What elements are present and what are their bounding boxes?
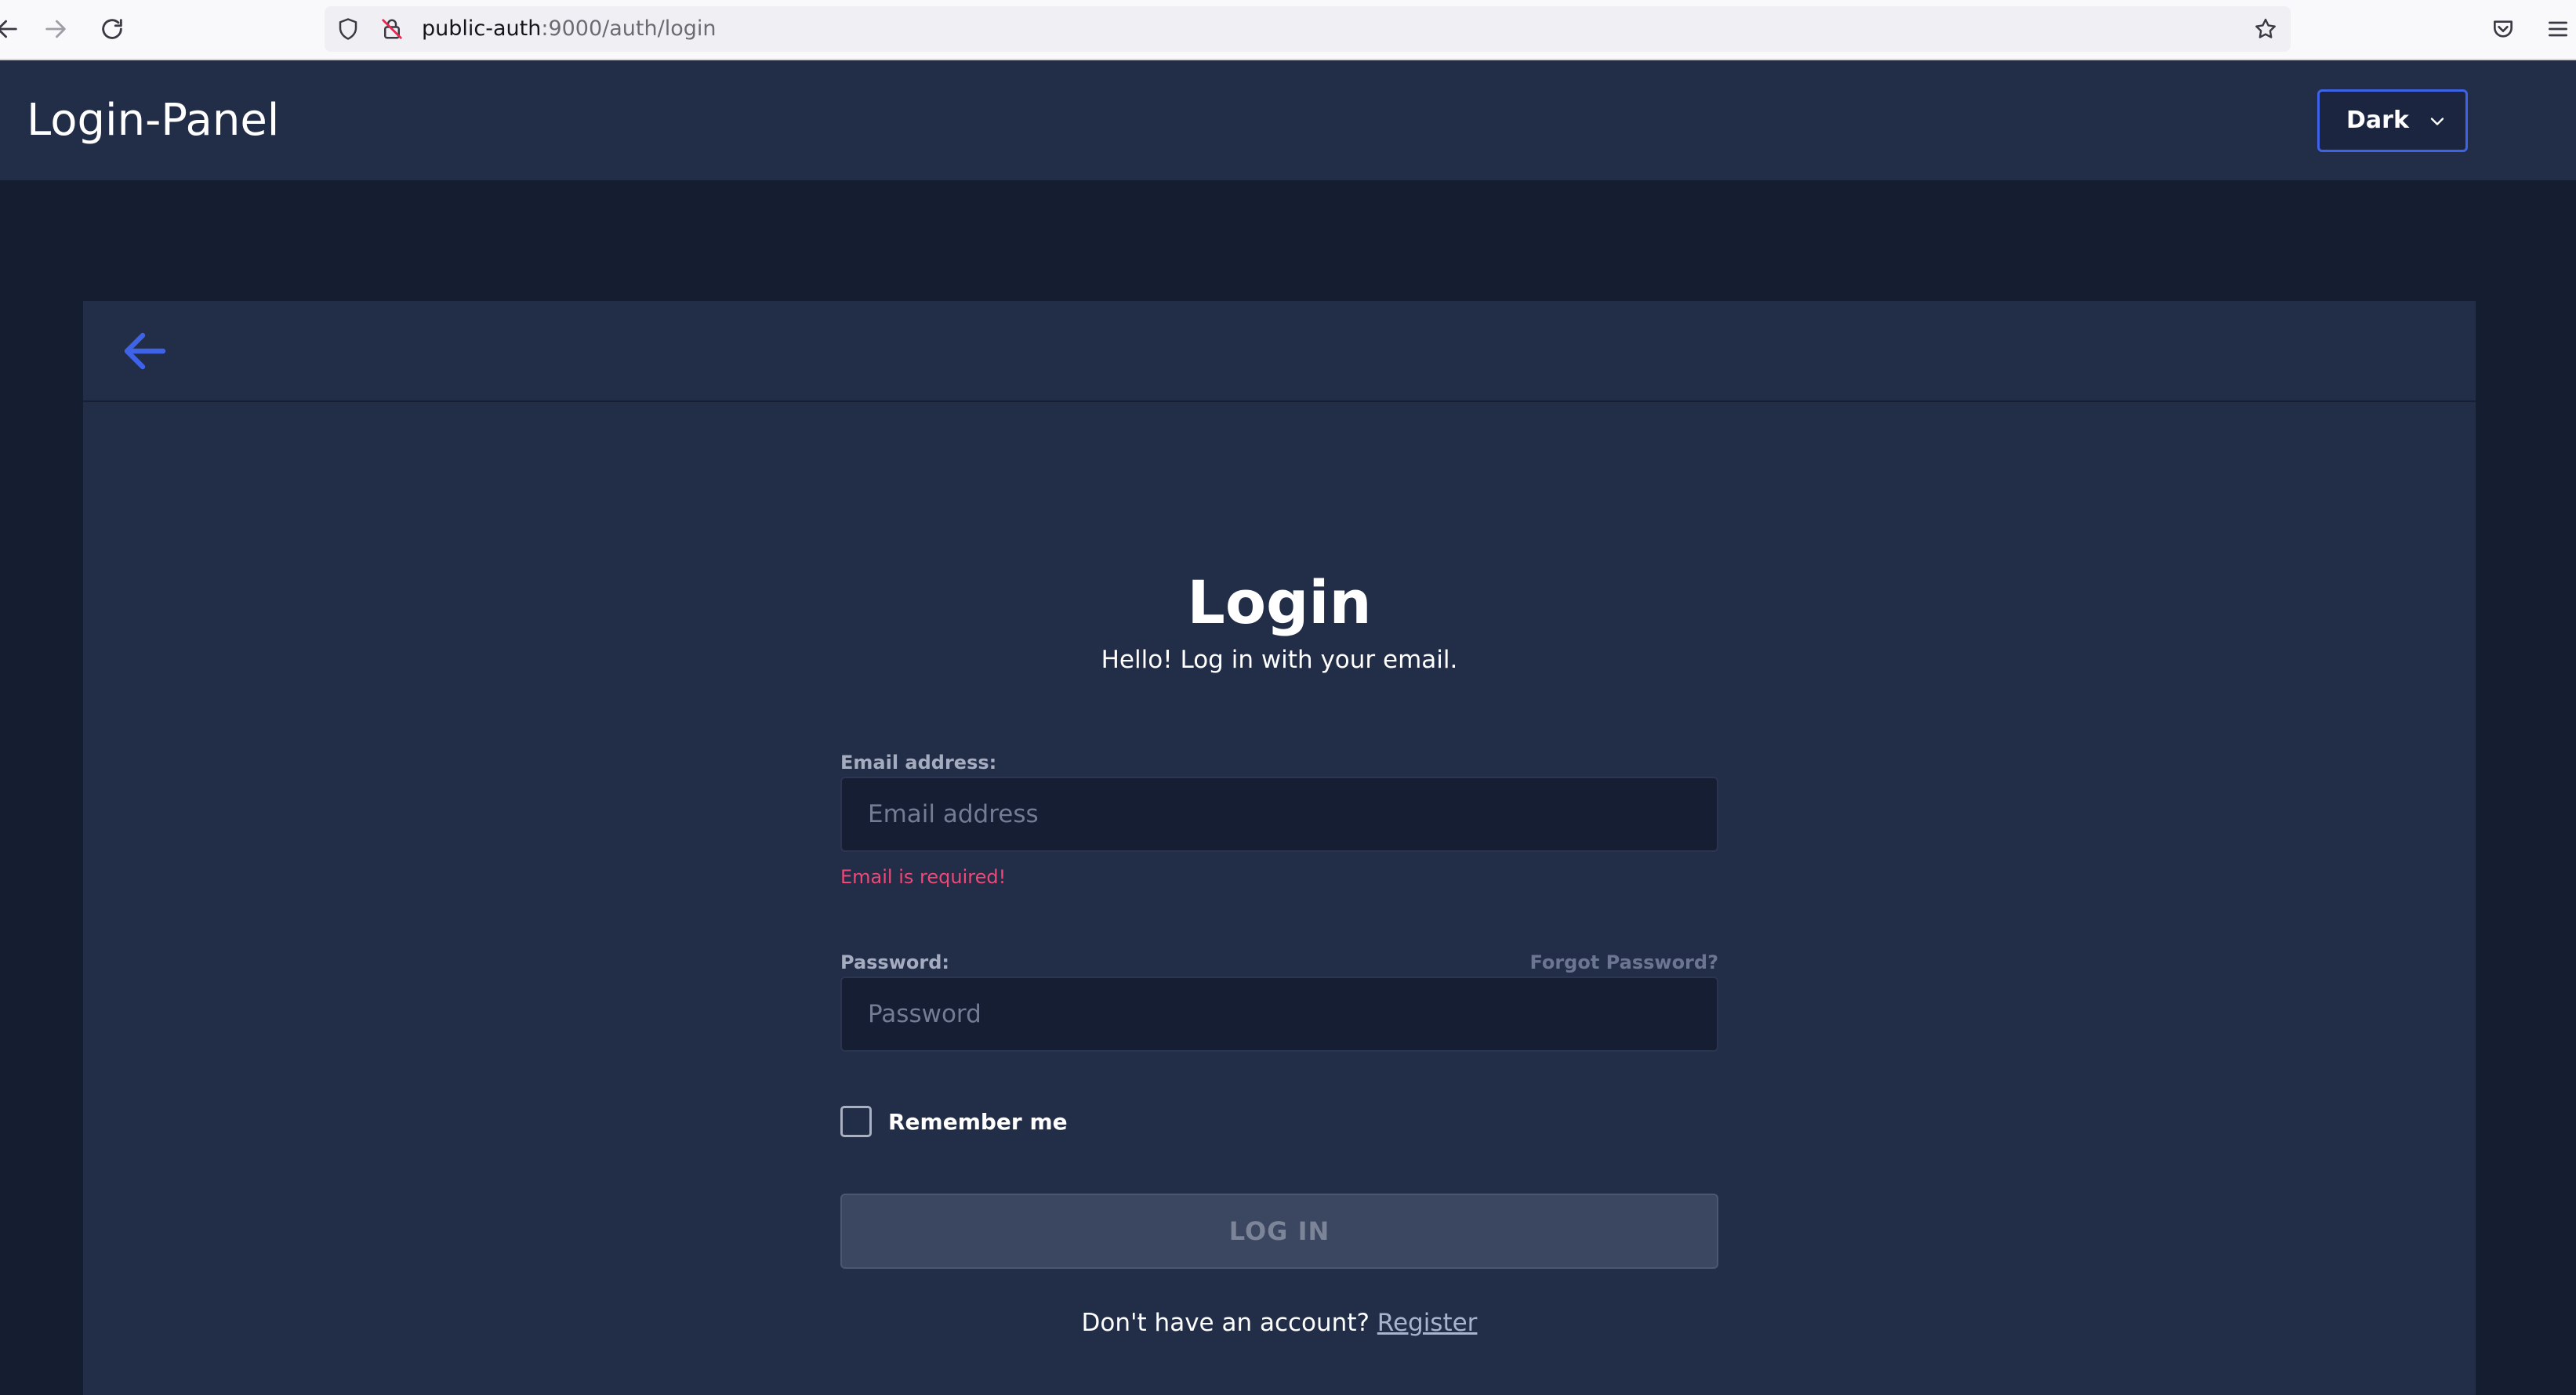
browser-forward-button[interactable] (38, 11, 74, 47)
theme-select[interactable]: Dark (2317, 89, 2468, 152)
page-title: Login (1187, 567, 1372, 637)
email-error-message: Email is required! (840, 866, 1007, 888)
chevron-down-icon (2430, 118, 2444, 125)
browser-reload-button[interactable] (94, 11, 130, 47)
remember-me-label[interactable]: Remember me (888, 1108, 1068, 1136)
arrow-left-icon[interactable] (122, 331, 166, 371)
browser-menu-button[interactable] (2540, 11, 2576, 47)
card-toolbar (83, 301, 2476, 402)
email-label: Email address: (840, 752, 997, 774)
browser-toolbar: public-auth:9000/auth/login (0, 0, 2576, 60)
register-prompt: Don't have an account? Register (83, 1306, 2476, 1340)
register-prompt-text: Don't have an account? (1081, 1309, 1370, 1337)
arrow-right-icon (45, 20, 66, 38)
page-subtitle: Hello! Log in with your email. (1101, 646, 1458, 674)
email-input[interactable] (840, 777, 1718, 852)
lock-slash-icon[interactable] (379, 16, 405, 42)
url-path: :9000/auth/login (541, 16, 717, 41)
pocket-button[interactable] (2485, 11, 2521, 47)
app-header: Login-Panel Dark (0, 60, 2576, 180)
reload-icon (102, 19, 122, 39)
password-label: Password: (840, 951, 949, 973)
login-button[interactable]: LOG IN (840, 1194, 1718, 1269)
shield-icon[interactable] (336, 16, 361, 42)
star-icon[interactable] (2253, 16, 2278, 42)
address-bar[interactable]: public-auth:9000/auth/login (325, 6, 2291, 52)
register-link[interactable]: Register (1377, 1309, 1478, 1337)
pocket-icon (2494, 20, 2513, 38)
url-host: public-auth (422, 16, 542, 41)
forgot-password-link[interactable]: Forgot Password? (1483, 951, 1718, 974)
password-input[interactable] (840, 976, 1718, 1052)
url-text: public-auth:9000/auth/login (422, 6, 716, 52)
app-title: Login-Panel (27, 95, 280, 146)
login-card: Login Hello! Log in with your email. Ema… (83, 301, 2476, 1395)
theme-select-value: Dark (2346, 107, 2409, 134)
remember-me-checkbox[interactable] (840, 1106, 872, 1137)
arrow-left-icon (0, 20, 17, 38)
browser-back-button[interactable] (0, 11, 25, 47)
hamburger-menu-icon (2549, 21, 2567, 37)
